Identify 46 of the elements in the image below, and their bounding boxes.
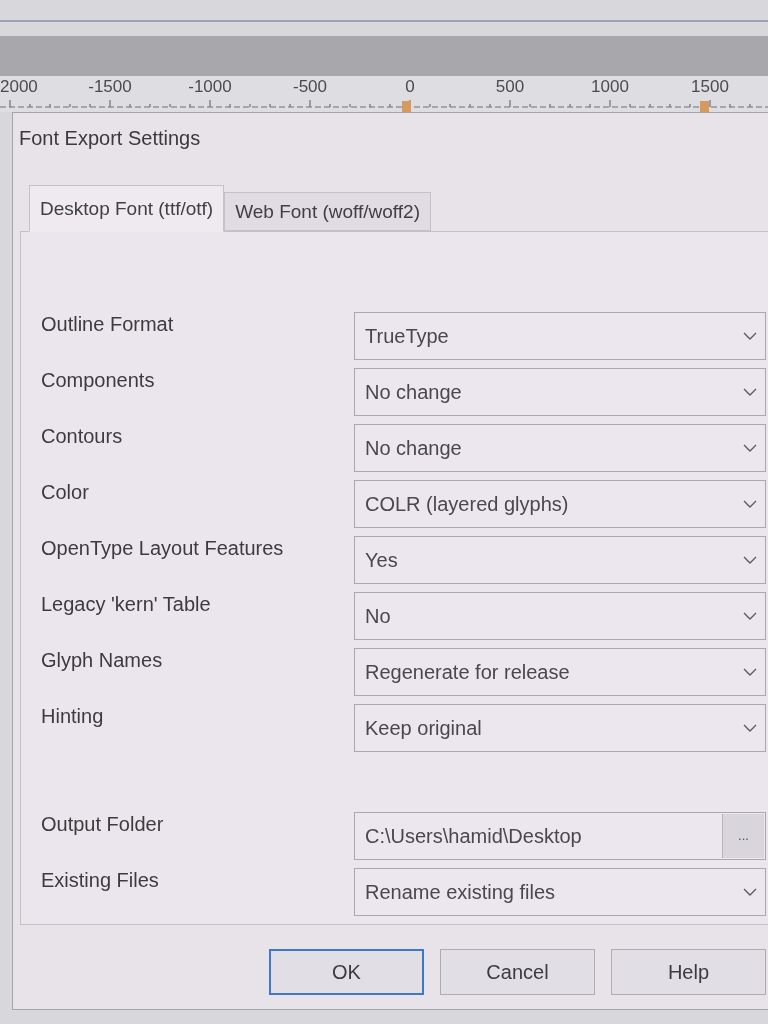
dropdown[interactable]: Regenerate for release — [354, 648, 766, 696]
ruler-label: 1000 — [590, 76, 630, 98]
chevron-down-icon — [743, 556, 757, 564]
setting-label: Components — [41, 368, 156, 393]
dropdown[interactable]: No — [354, 592, 766, 640]
setting-label: Color — [41, 480, 90, 505]
ruler-label: 500 — [494, 76, 526, 98]
dialog-title: Font Export Settings — [19, 126, 201, 150]
dropdown[interactable]: No change — [354, 368, 766, 416]
dialog-button[interactable]: Help — [611, 949, 766, 995]
setting-label: Legacy 'kern' Table — [41, 592, 212, 617]
dropdown[interactable]: Yes — [354, 536, 766, 584]
tab[interactable]: Web Font (woff/woff2) — [224, 192, 431, 231]
dialog-button[interactable]: OK — [269, 949, 424, 995]
ruler-label: 1500 — [690, 76, 730, 98]
setting-label: Output Folder — [41, 812, 165, 837]
ruler-label: -1500 — [87, 76, 133, 98]
dialog-button[interactable]: Cancel — [440, 949, 595, 995]
chevron-down-icon — [743, 668, 757, 676]
marker-icon[interactable] — [700, 101, 709, 112]
dropdown[interactable]: Rename existing files — [354, 868, 766, 916]
chevron-down-icon — [743, 388, 757, 396]
path-field[interactable]: C:\Users\hamid\Desktop ... — [354, 812, 766, 860]
dropdown[interactable]: Keep original — [354, 704, 766, 752]
ruler-label: -1000 — [187, 76, 233, 98]
chevron-down-icon — [743, 332, 757, 340]
chevron-down-icon — [743, 888, 757, 896]
browse-button[interactable]: ... — [722, 814, 764, 858]
dropdown[interactable]: TrueType — [354, 312, 766, 360]
ruler-label: 2000 — [0, 76, 39, 98]
marker-icon[interactable] — [402, 101, 411, 112]
ruler-label: -500 — [292, 76, 328, 98]
chevron-down-icon — [743, 612, 757, 620]
setting-label: OpenType Layout Features — [41, 536, 285, 561]
dropdown[interactable]: COLR (layered glyphs) — [354, 480, 766, 528]
dropdown[interactable]: No change — [354, 424, 766, 472]
chevron-down-icon — [743, 724, 757, 732]
chevron-down-icon — [743, 444, 757, 452]
setting-label: Contours — [41, 424, 124, 449]
setting-label: Hinting — [41, 704, 105, 729]
ruler-label: 0 — [404, 76, 416, 98]
tab[interactable]: Desktop Font (ttf/otf) — [29, 185, 225, 232]
setting-label: Existing Files — [41, 868, 160, 893]
setting-label: Glyph Names — [41, 648, 164, 673]
setting-label: Outline Format — [41, 312, 175, 337]
chevron-down-icon — [743, 500, 757, 508]
